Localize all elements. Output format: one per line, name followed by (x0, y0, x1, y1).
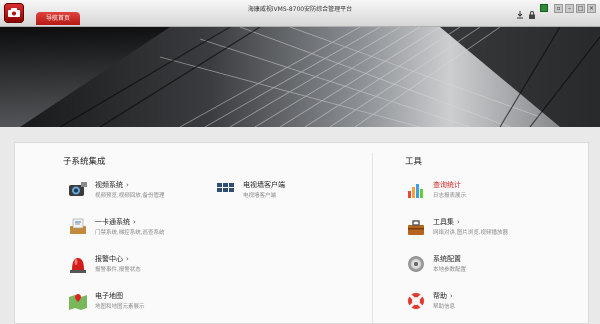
subsystems-heading: 子系统集成 (63, 157, 106, 167)
bar-chart-icon (405, 179, 427, 201)
system-config-desc: 本地参数配置 (433, 267, 467, 273)
card-system-label: 一卡通系统 (95, 218, 130, 226)
banner-image (0, 27, 600, 127)
alarm-center-label: 报警中心 (95, 255, 123, 263)
item-video-system[interactable]: 视频系统 › 视频预览,视频回放,备份管理 (67, 179, 217, 209)
query-statistics-label: 查询统计 (433, 181, 461, 189)
item-toolset[interactable]: 工具集 › 网络对讲,图片浏览,视频播放器 (405, 216, 555, 246)
chevron-right-icon: › (126, 181, 129, 189)
title-bar: 海康威视iVMS-8700安防综合管理平台 导航首页 ▫ – □ × (0, 0, 600, 27)
minimize-button[interactable]: – (565, 4, 574, 13)
item-tv-wall-client[interactable]: 电视墙客户端 电视墙客户端 (215, 179, 365, 209)
tab-home[interactable]: 导航首页 (36, 12, 80, 25)
system-config-label: 系统配置 (433, 255, 461, 263)
video-camera-icon (67, 179, 89, 201)
query-statistics-desc: 日志报表展示 (433, 193, 467, 199)
chevron-right-icon: › (126, 255, 129, 263)
main-panel: 子系统集成 工具 视频系统 › 视频预览,视频回放,备份管理 电视墙客户端 电视墙… (14, 142, 589, 324)
electronic-map-label: 电子地图 (95, 292, 123, 300)
alarm-siren-icon (67, 253, 89, 275)
item-system-config[interactable]: 系统配置 本地参数配置 (405, 253, 555, 283)
alarm-center-desc: 报警事件,报警状态 (95, 267, 141, 273)
app-title: 海康威视iVMS-8700安防综合管理平台 (247, 6, 353, 13)
video-system-label: 视频系统 (95, 181, 123, 189)
chevron-right-icon: › (450, 292, 453, 300)
tv-wall-label: 电视墙客户端 (243, 181, 285, 189)
electronic-map-desc: 地图和地图元素展示 (95, 304, 145, 310)
toolset-label: 工具集 (433, 218, 454, 226)
item-card-system[interactable]: 一卡通系统 › 门禁系统,梯控系统,巡查系统 (67, 216, 217, 246)
close-button[interactable]: × (587, 4, 596, 13)
item-alarm-center[interactable]: 报警中心 › 报警事件,报警状态 (67, 253, 217, 283)
download-icon[interactable] (516, 4, 524, 19)
maximize-button[interactable]: □ (576, 4, 585, 13)
card-reader-icon (67, 216, 89, 238)
help-desc: 帮助信息 (433, 304, 456, 310)
chevron-right-icon: › (133, 218, 136, 226)
lock-icon[interactable] (528, 4, 536, 19)
chevron-right-icon: › (457, 218, 460, 226)
toolset-desc: 网络对讲,图片浏览,视频播放器 (433, 230, 508, 236)
tools-heading: 工具 (405, 157, 423, 167)
card-system-desc: 门禁系统,梯控系统,巡查系统 (95, 230, 165, 236)
divider (372, 153, 373, 323)
help-label: 帮助 (433, 292, 447, 300)
tv-wall-desc: 电视墙客户端 (243, 193, 277, 199)
tv-wall-icon (215, 179, 237, 201)
lifebuoy-icon (405, 290, 427, 312)
item-query-statistics[interactable]: 查询统计 日志报表展示 (405, 179, 555, 209)
status-icon[interactable] (540, 4, 548, 12)
video-system-desc: 视频预览,视频回放,备份管理 (95, 193, 165, 199)
restore-button[interactable]: ▫ (554, 4, 563, 13)
map-icon (67, 290, 89, 312)
toolbox-icon (405, 216, 427, 238)
gear-icon (405, 253, 427, 275)
